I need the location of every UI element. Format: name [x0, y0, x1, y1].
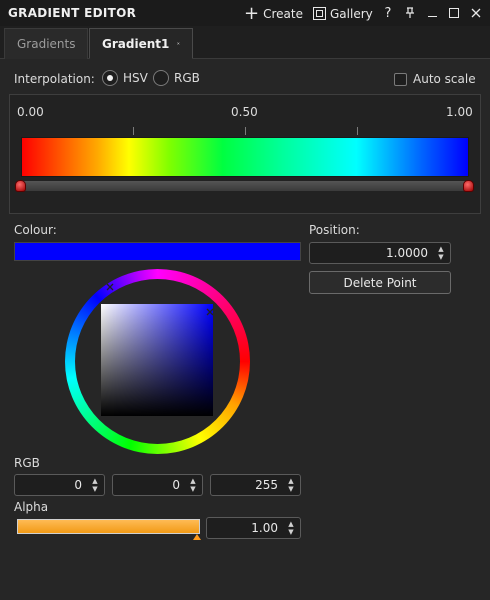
- spin-arrows-icon[interactable]: ▲ ▼: [89, 477, 101, 493]
- auto-scale-label: Auto scale: [413, 72, 476, 86]
- hsv-radio[interactable]: HSV: [102, 70, 148, 86]
- rgb-label: RGB: [14, 456, 40, 470]
- tab-gradient1-label: Gradient1: [102, 36, 170, 51]
- spin-arrows-icon[interactable]: ▲ ▼: [435, 245, 447, 261]
- green-spinbox[interactable]: 0 ▲ ▼: [112, 474, 203, 496]
- maximize-icon: [449, 8, 459, 18]
- rgb-interp-label: RGB: [174, 71, 200, 85]
- alpha-value: 1.00: [251, 521, 278, 535]
- close-icon: [471, 8, 481, 18]
- red-spinbox[interactable]: 0 ▲ ▼: [14, 474, 105, 496]
- hsv-radio-indicator[interactable]: [102, 70, 118, 86]
- create-button[interactable]: + Create: [244, 2, 303, 24]
- help-icon: ?: [384, 5, 392, 21]
- stop-track[interactable]: [19, 181, 471, 191]
- scale-tick: [357, 127, 358, 135]
- red-value: 0: [74, 478, 82, 492]
- auto-scale-checkbox[interactable]: Auto scale: [394, 72, 476, 86]
- pin-button[interactable]: [402, 5, 418, 21]
- position-spinbox[interactable]: 1.0000 ▲ ▼: [309, 242, 451, 264]
- spin-arrows-icon[interactable]: ▲ ▼: [285, 477, 297, 493]
- scale-tick: [133, 127, 134, 135]
- alpha-slider-handle[interactable]: [193, 534, 201, 540]
- rgb-radio-indicator[interactable]: [153, 70, 169, 86]
- rgb-radio[interactable]: RGB: [153, 70, 200, 86]
- hue-marker-icon[interactable]: [106, 280, 114, 294]
- auto-scale-check-indicator[interactable]: [394, 72, 407, 86]
- saturation-value-square[interactable]: [101, 304, 213, 416]
- colour-label: Colour:: [14, 223, 57, 237]
- pin-icon: [406, 7, 414, 18]
- gallery-button[interactable]: Gallery: [313, 5, 373, 22]
- tab-gradients-label: Gradients: [17, 37, 76, 51]
- tab-gradient1[interactable]: Gradient1: [89, 28, 193, 59]
- hsv-label: HSV: [123, 71, 148, 85]
- maximize-button[interactable]: [446, 5, 462, 21]
- gradient-strip[interactable]: [21, 137, 469, 177]
- alpha-spinbox[interactable]: 1.00 ▲ ▼: [206, 517, 301, 539]
- scale-label-start: 0.00: [17, 105, 44, 119]
- sv-marker-icon[interactable]: [206, 305, 214, 319]
- blue-spinbox[interactable]: 255 ▲ ▼: [210, 474, 301, 496]
- create-label: Create: [263, 6, 303, 21]
- alpha-slider[interactable]: [17, 519, 200, 534]
- help-button[interactable]: ?: [380, 5, 396, 21]
- alpha-label: Alpha: [14, 500, 49, 514]
- window-title: GRADIENT EDITOR: [8, 6, 137, 20]
- position-label: Position:: [309, 223, 360, 237]
- blue-value: 255: [255, 478, 278, 492]
- gallery-icon: [313, 7, 326, 20]
- colour-swatch[interactable]: [14, 242, 301, 261]
- delete-point-button[interactable]: Delete Point: [309, 271, 451, 294]
- spin-arrows-icon[interactable]: ▲ ▼: [187, 477, 199, 493]
- delete-point-label: Delete Point: [343, 275, 417, 290]
- close-window-button[interactable]: [468, 5, 484, 21]
- minimize-icon: [427, 15, 437, 17]
- gradient-stop-handle[interactable]: [15, 180, 26, 192]
- position-value: 1.0000: [386, 246, 428, 260]
- gradient-stop-handle[interactable]: [463, 180, 474, 192]
- interpolation-label: Interpolation:: [14, 72, 95, 86]
- plus-icon: +: [244, 2, 260, 24]
- spin-arrows-icon[interactable]: ▲ ▼: [285, 520, 297, 536]
- scale-label-mid: 0.50: [231, 105, 258, 119]
- gallery-label: Gallery: [330, 6, 373, 21]
- minimize-button[interactable]: [424, 5, 440, 21]
- tab-gradients[interactable]: Gradients: [4, 28, 88, 59]
- green-value: 0: [172, 478, 180, 492]
- close-tab-icon[interactable]: [177, 37, 180, 50]
- scale-tick: [245, 127, 246, 135]
- scale-label-end: 1.00: [446, 105, 473, 119]
